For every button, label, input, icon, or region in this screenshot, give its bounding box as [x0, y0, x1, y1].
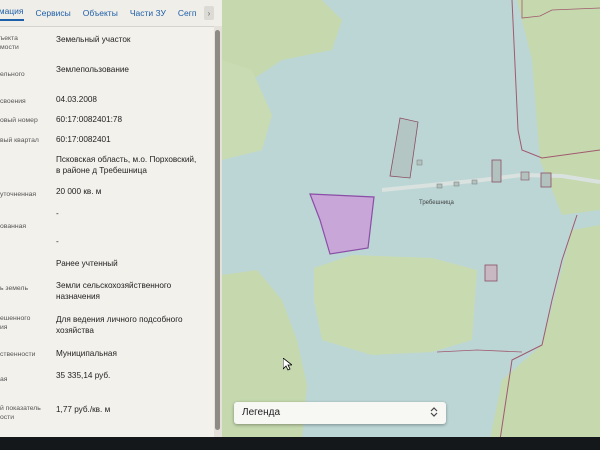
row-label: своения [0, 98, 26, 105]
status-value: Ранее учтенный [56, 259, 118, 268]
building [436, 183, 443, 189]
list-item: вый квартал 60:17:0082401 [0, 134, 214, 148]
list-item: своения 04.03.2008 [0, 94, 214, 108]
land-area-center-field [314, 255, 477, 355]
screen: рмация Сервисы Объекты Части ЗУ Сегп › ъ… [0, 0, 600, 450]
legend-label: Легенда [242, 407, 281, 418]
land-type-value: Землепользование [56, 65, 129, 74]
list-item: овый номер 60:17:0082401:78 [0, 114, 214, 128]
building [540, 172, 552, 188]
row-label: уточненная [0, 191, 37, 198]
list-item: ъекта мости Земельный участок [0, 34, 214, 56]
building [471, 179, 478, 185]
list-item: ельного Землепользование [0, 64, 214, 78]
legend-dropdown[interactable]: Легенда [234, 402, 446, 424]
list-item: - [0, 208, 214, 220]
building [484, 264, 498, 282]
selected-parcel[interactable] [309, 193, 375, 255]
row-label: й показатель ости [0, 405, 41, 421]
registration-date-value: 04.03.2008 [56, 95, 97, 104]
mouse-pointer-icon [282, 357, 294, 376]
list-item: ешенного ия Для ведения личного подсобно… [0, 314, 214, 338]
declared-area-value: - [56, 209, 59, 218]
row-label: ельного [0, 71, 25, 78]
row-label: ованная [0, 223, 27, 230]
specified-area-value: - [56, 237, 59, 246]
chevron-right-icon[interactable]: › [204, 6, 214, 20]
list-item: й показатель ости 1,77 руб./кв. м [0, 404, 214, 428]
building [416, 159, 423, 166]
list-item: ственности Муниципальная [0, 348, 214, 362]
cadastral-number-value[interactable]: 60:17:0082401:78 [56, 114, 212, 125]
row-label: ь земель [0, 285, 28, 292]
building [520, 171, 530, 181]
permitted-use-value: Для ведения личного подсобного хозяйства [56, 315, 183, 335]
list-item: - [0, 236, 214, 248]
small-parcel [389, 117, 419, 179]
settlement-label: Требешница [419, 200, 454, 206]
map-canvas [222, 0, 600, 440]
row-label: овый номер [0, 117, 38, 124]
tab-information[interactable]: рмация [0, 6, 24, 21]
list-item: уточненная 20 000 кв. м [0, 186, 214, 200]
building [491, 159, 502, 183]
row-label: вый квартал [0, 137, 39, 144]
unit-value: 1,77 руб./кв. м [56, 405, 111, 414]
building [453, 181, 460, 187]
boundary-line [436, 349, 523, 353]
row-label: ъекта мости [0, 35, 19, 51]
address-value: Псковская область, м.о. Порховский, в ра… [56, 155, 197, 175]
list-item: ая 35 335,14 руб. [0, 370, 214, 384]
tab-objects[interactable]: Объекты [83, 8, 118, 18]
tab-bar: рмация Сервисы Объекты Части ЗУ Сегп [0, 0, 222, 27]
ownership-value: Муниципальная [56, 349, 117, 358]
tab-services[interactable]: Сервисы [36, 8, 71, 18]
list-item: ь земель Земли сельскохозяйственного наз… [0, 280, 214, 304]
list-item: ованная [0, 222, 214, 234]
up-down-chevron-icon [430, 406, 438, 420]
land-area-left-field [222, 60, 272, 160]
info-panel: рмация Сервисы Объекты Части ЗУ Сегп › ъ… [0, 0, 222, 438]
area-value: 20 000 кв. м [56, 187, 102, 196]
list-item: Ранее учтенный [0, 258, 214, 272]
land-category-value: Земли сельскохозяйственного назначения [56, 281, 172, 301]
cadastral-quarter-value[interactable]: 60:17:0082401 [56, 134, 212, 145]
row-label: ственности [0, 351, 36, 358]
tab-parcel-parts[interactable]: Части ЗУ [130, 8, 166, 18]
list-item: Псковская область, м.о. Порховский, в ра… [0, 154, 214, 178]
cadastral-value: 35 335,14 руб. [56, 371, 111, 380]
object-type-value: Земельный участок [56, 35, 131, 44]
land-area-top-right [517, 0, 600, 215]
row-label: ешенного ия [0, 315, 31, 331]
scrollbar-thumb[interactable] [215, 30, 220, 430]
map-view[interactable]: Требешница [222, 0, 600, 440]
screen-bezel [0, 437, 600, 450]
row-label: ая [0, 376, 8, 383]
tab-more[interactable]: Сегп [178, 8, 197, 18]
panel-scrollbar[interactable] [214, 26, 222, 438]
